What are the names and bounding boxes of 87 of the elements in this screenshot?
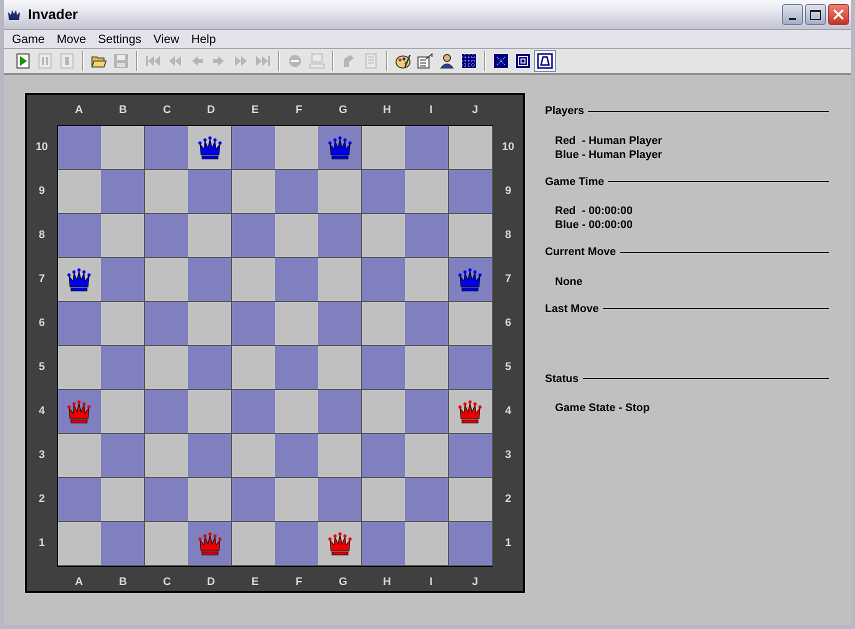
row-label: 6	[38, 316, 46, 331]
menu-item[interactable]: Move	[50, 30, 92, 48]
row-label: 1	[504, 536, 512, 551]
row-label: 3	[38, 448, 46, 463]
row-label: 4	[38, 404, 46, 419]
grid-icon	[461, 53, 477, 69]
minimize-icon	[789, 18, 796, 20]
column-label: A	[74, 102, 84, 118]
board-square[interactable]	[58, 258, 102, 302]
column-label: A	[74, 574, 84, 590]
board-square[interactable]	[448, 258, 493, 302]
stop-icon	[59, 53, 75, 69]
row-label: 2	[38, 492, 46, 507]
column-label: H	[382, 574, 392, 590]
board-square[interactable]	[448, 390, 493, 434]
board-square[interactable]	[188, 126, 232, 170]
section-title: Game Time	[545, 174, 604, 190]
row-label: 7	[38, 272, 46, 287]
info-text: Game State - Stop	[555, 401, 651, 415]
info-text: None	[555, 274, 584, 288]
form-icon	[417, 53, 433, 69]
pattern-icon	[493, 53, 509, 69]
column-label: I	[428, 574, 434, 590]
section-title: Players	[545, 104, 584, 119]
triangle-icon	[537, 53, 553, 69]
section-title: Last Move	[545, 302, 599, 316]
minimize-button[interactable]	[782, 4, 803, 25]
column-label: F	[294, 102, 304, 118]
column-label: C	[162, 102, 172, 118]
row-label: 5	[38, 360, 46, 375]
row-label: 5	[504, 360, 512, 375]
row-label: 2	[504, 492, 512, 507]
board-square[interactable]	[58, 390, 102, 434]
column-label: B	[118, 574, 128, 590]
column-label: E	[250, 102, 260, 118]
document-icon	[363, 53, 379, 69]
row-label: 9	[38, 184, 46, 199]
rewind-icon	[167, 53, 183, 69]
menu-item[interactable]: Settings	[92, 30, 148, 48]
column-label: J	[470, 574, 480, 590]
skip-back-icon	[145, 53, 161, 69]
info-text: Blue - Human Player	[555, 148, 663, 162]
board-square[interactable]	[318, 126, 362, 170]
column-label: H	[382, 102, 392, 118]
row-label: 3	[504, 448, 512, 463]
row-label: 9	[504, 184, 512, 199]
info-text: Blue - 00:00:00	[555, 218, 634, 232]
column-label: C	[162, 574, 172, 590]
column-label: G	[338, 102, 348, 118]
column-label: D	[206, 574, 216, 590]
section-title: Current Move	[545, 245, 616, 260]
row-label: 7	[504, 272, 512, 287]
computer-icon	[309, 53, 325, 69]
column-label: D	[206, 102, 216, 118]
row-label: 4	[504, 404, 512, 419]
column-label: B	[118, 102, 128, 118]
info-text: Red - Human Player	[555, 134, 663, 148]
column-label: F	[294, 574, 304, 590]
minus-circle-icon	[287, 53, 303, 69]
section-title: Status	[545, 372, 579, 386]
row-label: 8	[504, 228, 512, 243]
close-button[interactable]	[828, 4, 849, 25]
close-icon	[833, 9, 844, 20]
menu-item[interactable]: Help	[185, 30, 222, 48]
row-label: 8	[38, 228, 46, 243]
palette-icon	[395, 53, 411, 69]
row-label: 10	[34, 140, 49, 155]
board-square[interactable]	[318, 522, 362, 566]
square-target-icon	[515, 53, 531, 69]
row-label: 10	[501, 140, 516, 155]
column-label: E	[250, 574, 260, 590]
info-text: Red - 00:00:00	[555, 204, 634, 218]
menu-item[interactable]: Game	[6, 30, 51, 48]
maximize-icon	[810, 10, 821, 20]
row-label: 6	[504, 316, 512, 331]
column-label: I	[428, 102, 434, 118]
person-icon	[439, 53, 455, 69]
play-icon	[15, 53, 31, 69]
menu-item[interactable]: View	[147, 30, 186, 48]
column-label: J	[470, 102, 480, 118]
skip-forward-icon	[255, 53, 271, 69]
maximize-button[interactable]	[805, 4, 826, 25]
row-label: 1	[38, 536, 46, 551]
pause-icon	[37, 53, 53, 69]
column-label: G	[338, 574, 348, 590]
window-title: Invader	[28, 5, 78, 24]
fast-forward-icon	[233, 53, 249, 69]
